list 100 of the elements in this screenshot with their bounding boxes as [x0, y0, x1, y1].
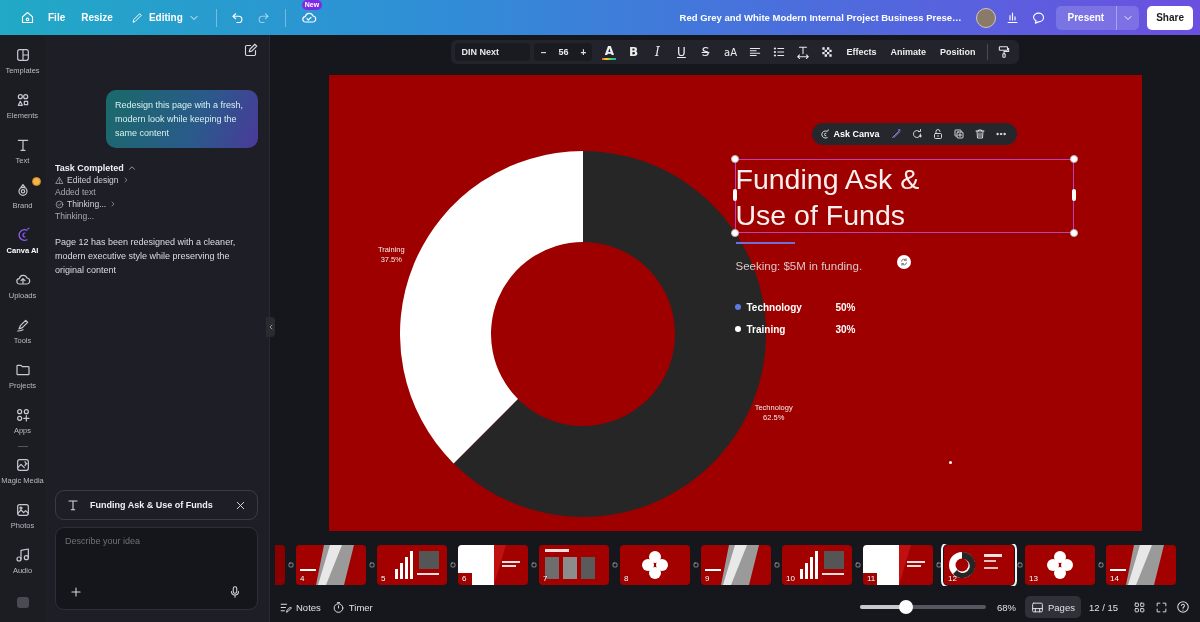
resize-handle[interactable]: [730, 229, 739, 237]
toolbar-action[interactable]: Effects: [840, 42, 883, 62]
page-number: 5: [381, 574, 386, 583]
page-thumbnail[interactable]: 4: [296, 545, 366, 585]
comment-icon: [1031, 10, 1046, 25]
prompt-box[interactable]: Describe your idea: [55, 527, 258, 610]
page-thumbnail[interactable]: 12: [944, 545, 1014, 585]
step-toggle[interactable]: Thinking...: [55, 199, 118, 209]
paint-roller-icon: [996, 45, 1011, 59]
image-icon: [14, 502, 31, 518]
resize-handle[interactable]: [730, 155, 739, 163]
rotate-plus-icon: [910, 128, 923, 140]
timer-button[interactable]: Timer: [331, 600, 373, 614]
case-button[interactable]: aA: [718, 42, 743, 62]
notes-button[interactable]: Notes: [279, 600, 321, 614]
present-button[interactable]: Present: [1055, 5, 1117, 30]
page-thumbnail[interactable]: [275, 545, 285, 585]
italic-button[interactable]: I: [646, 42, 669, 62]
resize-handle[interactable]: [1069, 229, 1078, 237]
transition-icon[interactable]: [1015, 561, 1024, 569]
page-number: 12: [948, 574, 957, 583]
legend-label: Training: [746, 323, 787, 335]
page-thumbnail[interactable]: 11: [863, 545, 933, 585]
toolbar-action[interactable]: Position: [934, 42, 982, 62]
page-thumbnail[interactable]: 6: [458, 545, 528, 585]
page-thumbnail[interactable]: 10: [782, 545, 852, 585]
resize-handle[interactable]: [1069, 155, 1078, 163]
page-count: 12 / 15: [1088, 601, 1118, 613]
zoom-reading[interactable]: 68%: [997, 601, 1016, 613]
caret-up-icon[interactable]: [126, 163, 137, 173]
font-size-field[interactable]: 56: [552, 47, 575, 57]
page-thumbnail[interactable]: 13: [1025, 545, 1095, 585]
legend-value: 30%: [835, 323, 856, 335]
slide-title[interactable]: Funding Ask & Use of Funds: [735, 161, 920, 233]
increase-button[interactable]: +: [574, 46, 593, 58]
share-button[interactable]: Share: [1147, 5, 1193, 30]
text-icon: [66, 498, 80, 512]
pen-icon: [14, 317, 31, 333]
page-number: 13: [1029, 574, 1038, 583]
magic-wand-icon: [889, 128, 902, 140]
add-button[interactable]: [69, 585, 83, 599]
home-icon: [19, 10, 35, 25]
assistant-reply: Page 12 has been redesigned with a cleaner, modern executive style while preserving the original content: [55, 236, 237, 277]
pencil-icon: [130, 11, 144, 24]
sync-icon: [898, 257, 909, 267]
trash-icon: [973, 128, 986, 140]
page-number: 14: [1110, 574, 1119, 583]
resize-handle[interactable]: [1071, 189, 1076, 201]
step-toggle[interactable]: Edited design: [55, 175, 130, 185]
strikethrough-button[interactable]: S: [694, 42, 717, 62]
avatar[interactable]: [975, 7, 996, 28]
bar-chart-icon: [1005, 10, 1020, 25]
pages-icon: [1031, 600, 1044, 614]
text-color-button[interactable]: A: [602, 44, 617, 60]
decrease-button[interactable]: –: [534, 46, 553, 58]
slider-thumb[interactable]: [899, 600, 914, 614]
font-dropdown[interactable]: DIN Next: [455, 43, 531, 61]
expand-icon: [1154, 600, 1168, 614]
ask-button[interactable]: Ask Canva: [818, 128, 880, 140]
prompt-bubble: Redesign this page with a fresh, modern look while keeping the same content: [106, 90, 258, 148]
pages-button[interactable]: Pages: [1025, 596, 1081, 618]
microphone-button[interactable]: [228, 585, 242, 599]
rotate-handle[interactable]: [896, 255, 911, 269]
toolbar-action[interactable]: Animate: [884, 42, 932, 62]
page-thumbnail[interactable]: 8: [620, 545, 690, 585]
warning-icon: [55, 175, 64, 185]
prompt-field[interactable]: Describe your idea: [65, 536, 248, 585]
lock-icon: [931, 128, 944, 140]
page-number: 8: [624, 574, 629, 583]
page-thumbnail[interactable]: 14: [1106, 545, 1176, 585]
underline-button[interactable]: U: [670, 42, 693, 62]
document-title[interactable]: Red Grey and White Modern Internal Project Business Prese…: [679, 12, 962, 23]
page-number: 6: [462, 574, 467, 583]
mode-label: Editing: [148, 12, 183, 23]
spacing-icon: [796, 45, 811, 59]
page-number: 4: [300, 574, 305, 583]
task-status[interactable]: Task Completed: [55, 163, 124, 173]
apps-icon: [14, 407, 31, 423]
bold-button[interactable]: B: [622, 42, 645, 62]
page-thumbnail[interactable]: 7: [539, 545, 609, 585]
legend-value: 50%: [835, 301, 856, 313]
templates-icon: [14, 47, 31, 63]
step-detail: Thinking...: [55, 211, 96, 221]
collapse-panel-button[interactable]: [266, 317, 275, 337]
timer-icon: [331, 600, 345, 614]
page-thumbnail[interactable]: 9: [701, 545, 771, 585]
page-number: 9: [705, 574, 710, 583]
resize-handle[interactable]: [732, 189, 737, 201]
accent-line: [735, 242, 795, 244]
chip-label: Funding Ask & Use of Funds: [90, 500, 214, 510]
page-number: 7: [543, 574, 548, 583]
new-chat-button[interactable]: [243, 43, 258, 58]
swirl-icon: [818, 128, 830, 140]
page-number: 11: [867, 574, 876, 583]
page-thumbnail[interactable]: 5: [377, 545, 447, 585]
list-icon: [772, 45, 787, 59]
microphone-icon: [228, 585, 242, 599]
duplicate-icon: [952, 128, 965, 140]
transition-icon[interactable]: [934, 561, 943, 569]
edit-icon: [243, 43, 258, 58]
